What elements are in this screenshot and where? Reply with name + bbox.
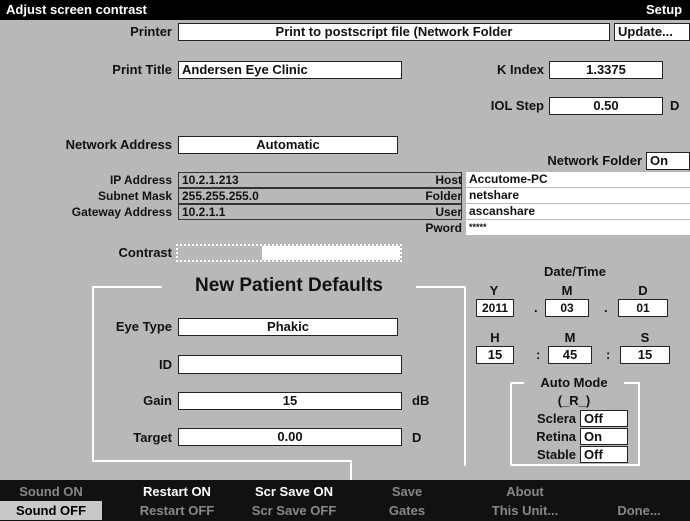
day-input[interactable]: 01 (618, 299, 668, 317)
tab-setup[interactable]: Setup (646, 2, 682, 17)
printer-select[interactable]: Print to postscript file (Network Folder (178, 23, 610, 41)
target-input[interactable]: 0.00 (178, 428, 402, 446)
defaults-group-top-right (416, 286, 466, 288)
contrast-label: Contrast (118, 245, 172, 260)
sclera-toggle[interactable]: Off (580, 410, 628, 427)
gateway-address-label: Gateway Address (71, 205, 172, 219)
network-folder-label: Network Folder (547, 153, 642, 168)
minute-input[interactable]: 45 (548, 346, 592, 364)
print-title-label: Print Title (112, 62, 172, 77)
restart-on-softkey[interactable]: Restart ON (122, 482, 232, 501)
iol-step-input[interactable]: 0.50 (549, 97, 663, 115)
pword-input[interactable]: ***** (466, 220, 690, 235)
year-input[interactable]: 2011 (476, 299, 514, 317)
stable-toggle[interactable]: Off (580, 446, 628, 463)
user-label: User (435, 205, 462, 219)
network-folder-toggle[interactable]: On (646, 152, 690, 170)
this-unit-softkey[interactable]: This Unit... (470, 501, 580, 520)
gain-unit: dB (412, 393, 430, 408)
network-address-label: Network Address (65, 137, 172, 152)
print-title-input[interactable]: Andersen Eye Clinic (178, 61, 402, 79)
restart-off-softkey[interactable]: Restart OFF (122, 501, 232, 520)
host-input[interactable]: Accutome-PC (466, 172, 690, 187)
user-input[interactable]: ascanshare (466, 204, 690, 219)
window-title: Adjust screen contrast (6, 2, 147, 17)
k-index-label: K Index (497, 62, 544, 77)
folder-label: Folder (425, 189, 462, 203)
scr-save-on-softkey[interactable]: Scr Save ON (238, 482, 350, 501)
softkey-bar: Sound ON Sound OFF Restart ON Restart OF… (0, 480, 690, 521)
stable-label: Stable (536, 447, 576, 462)
sound-on-softkey[interactable]: Sound ON (0, 482, 102, 501)
scr-save-off-softkey[interactable]: Scr Save OFF (238, 501, 350, 520)
auto-mode-group-bottom (510, 464, 640, 466)
defaults-group-inner (350, 462, 352, 480)
contrast-fill (262, 246, 400, 260)
eye-type-select[interactable]: Phakic (178, 318, 398, 336)
contrast-slider[interactable] (176, 244, 402, 262)
printer-label: Printer (130, 24, 172, 39)
time-separator-1: : (536, 347, 541, 362)
about-softkey[interactable]: About (470, 482, 580, 501)
gain-label: Gain (143, 393, 172, 408)
title-bar: Adjust screen contrast Setup (0, 0, 690, 20)
month-input[interactable]: 03 (545, 299, 589, 317)
target-label: Target (133, 430, 172, 445)
host-label: Host (435, 173, 462, 187)
auto-mode-title: Auto Mode (540, 375, 608, 390)
pword-label: Pword (425, 221, 462, 235)
second-label: S (640, 330, 650, 345)
auto-mode-group-right (638, 382, 640, 466)
month-label: M (561, 283, 573, 298)
year-label: Y (489, 283, 499, 298)
date-separator-1: . (534, 300, 538, 315)
sclera-label: Sclera (536, 411, 576, 426)
date-separator-2: . (604, 300, 608, 315)
k-index-input[interactable]: 1.3375 (549, 61, 663, 79)
retina-toggle[interactable]: On (580, 428, 628, 445)
target-unit: D (412, 430, 422, 445)
iol-step-unit: D (670, 98, 680, 113)
auto-mode-current: (_R_) (557, 393, 591, 408)
day-label: D (638, 283, 648, 298)
second-input[interactable]: 15 (620, 346, 670, 364)
subnet-mask-label: Subnet Mask (97, 189, 172, 203)
minute-label: M (564, 330, 576, 345)
gain-input[interactable]: 15 (178, 392, 402, 410)
save-gates-softkey[interactable]: Save (370, 482, 444, 501)
hour-input[interactable]: 15 (476, 346, 514, 364)
datetime-title: Date/Time (544, 264, 606, 279)
defaults-title: New Patient Defaults (195, 275, 383, 296)
hour-label: H (490, 330, 500, 345)
printer-update-button[interactable]: Update... (614, 23, 690, 41)
defaults-group-bottom (92, 460, 352, 462)
defaults-group-top-left (92, 286, 162, 288)
gates-softkey[interactable]: Gates (370, 501, 444, 520)
network-address-select[interactable]: Automatic (178, 136, 398, 154)
folder-input[interactable]: netshare (466, 188, 690, 203)
done-softkey[interactable]: Done... (596, 501, 682, 520)
ip-address-label: IP Address (109, 173, 172, 187)
sound-off-softkey[interactable]: Sound OFF (0, 501, 102, 520)
defaults-group-right (464, 286, 466, 466)
id-label: ID (159, 357, 172, 372)
retina-label: Retina (536, 429, 576, 444)
auto-mode-group-top-left (510, 382, 524, 384)
setup-screen: Adjust screen contrast Setup Printer Pri… (0, 0, 690, 521)
iol-step-label: IOL Step (490, 98, 544, 113)
time-separator-2: : (606, 347, 611, 362)
eye-type-label: Eye Type (115, 319, 172, 334)
id-input[interactable] (178, 355, 402, 374)
